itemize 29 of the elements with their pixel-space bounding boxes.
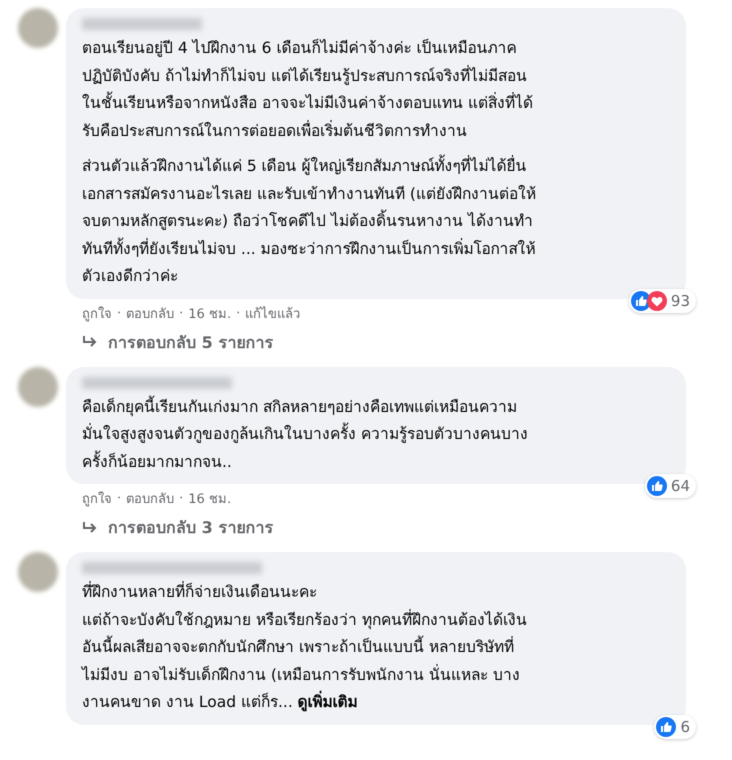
reaction-badge[interactable]: 64 (644, 474, 696, 498)
separator-dot: · (236, 306, 240, 320)
reply-arrow-icon (82, 335, 98, 349)
reaction-badge[interactable]: 93 (628, 288, 696, 312)
reply-arrow-icon (82, 520, 98, 534)
view-replies-button[interactable]: การตอบกลับ 5 รายการ (66, 324, 274, 354)
separator-dot: · (117, 491, 122, 506)
action-link[interactable]: ตอบกลับ (126, 302, 174, 324)
action-link[interactable]: ถูกใจ (82, 488, 112, 509)
avatar-placeholder[interactable] (18, 8, 58, 48)
comment-text: ส่วนตัวแล้วฝึกงานได้แค่ 5 เดือน ผู้ใหญ่เรียกสัมภาษณ์ทั้งๆที่ไม่ได้ยื่น เอกสารสมัครงานอะไรเลย และรับเข้าทำงานทันที (แต่ยังฝึกงานต่อให้ จบตามหลักสูตรนะคะ) ถือว่าโชคดีไป ไม่ต้องดิ้นรนหางาน ได้งานทำ ทันทีทั้งๆที่ยังเรียนไม่จบ ... มองซะว่าการฝึกงานเป็นการเพิ่มโอกาสให้ ตัวเองดีกว่าค่ะ (82, 153, 670, 290)
action-link[interactable]: ตอบกลับ (126, 488, 174, 509)
reaction-badge[interactable]: 6 (654, 714, 696, 738)
comment-text: ตอนเรียนอยู่ปี 4 ไปฝึกงาน 6 เดือนก็ไม่มีค่าจ้างค่ะ เป็นเหมือนภาค ปฏิบัติบังคับ ถ้าไม่ทำก็ไม่จบ แต่ได้เรียนรู้ประสบการณ์จริงที่ไม่มีสอน ในชั้นเรียนหรือจากหนังสือ อาจจะไม่มีเงินค่าจ้างตอบแทน แต่สิ่งที่ได้ รับคือประสบการณ์ในการต่อยอดเพื่อเริ่มต้นชีวิตการทำงาน (82, 38, 534, 142)
timestamp: 16 ชม. (188, 491, 232, 509)
action-link[interactable]: ถูกใจ (82, 302, 112, 324)
comment-text: คือเด็กยุคนี้เรียนกันเก่งมาก สกิลหลายๆอย่างคือเทพแต่เหมือนความ มั่นใจสูงสูงจนตัวกูของกูล้นเกินในบางครั้ง ความรู้รอบตัวบางคนบาง ครั้งก็น้อยมากมากจน.. (82, 394, 529, 472)
comment-text: ที่ฝึกงานหลายที่ก็จ่ายเงินเดือนนะคะ แต่ถ้าจะบังคับใช้กฎหมาย หรือเรียกร้องว่า ทุกคนที่ฝึกงานต้องได้เงิน อันนี้ผลเสียอาจจะตกกับนักศึกษา เพราะถ้าเป็นแบบนี้ หลายบริษัทที่ ไม่มีงบ อาจไม่รับเด็กฝึกงาน (เหมือนการรับพนักงาน นั่นแหละ บาง งานคนขาด งาน Load แต่ก็ร... ดูเพิ่มเติม (82, 580, 528, 714)
avatar-placeholder[interactable] (18, 552, 58, 592)
edited-label: แก้ไขแล้ว (245, 305, 300, 324)
avatar-placeholder[interactable] (18, 366, 58, 406)
separator-dot: · (179, 491, 184, 506)
view-replies-button[interactable]: การตอบกลับ 3 รายการ (66, 509, 274, 540)
separator-dot: · (117, 306, 122, 320)
like-icon (646, 476, 667, 496)
separator-dot: · (179, 306, 184, 320)
like-icon (656, 716, 676, 736)
timestamp: 16 ชม. (188, 306, 232, 324)
see-more-link[interactable]: ดูเพิ่มเติม (298, 693, 358, 711)
